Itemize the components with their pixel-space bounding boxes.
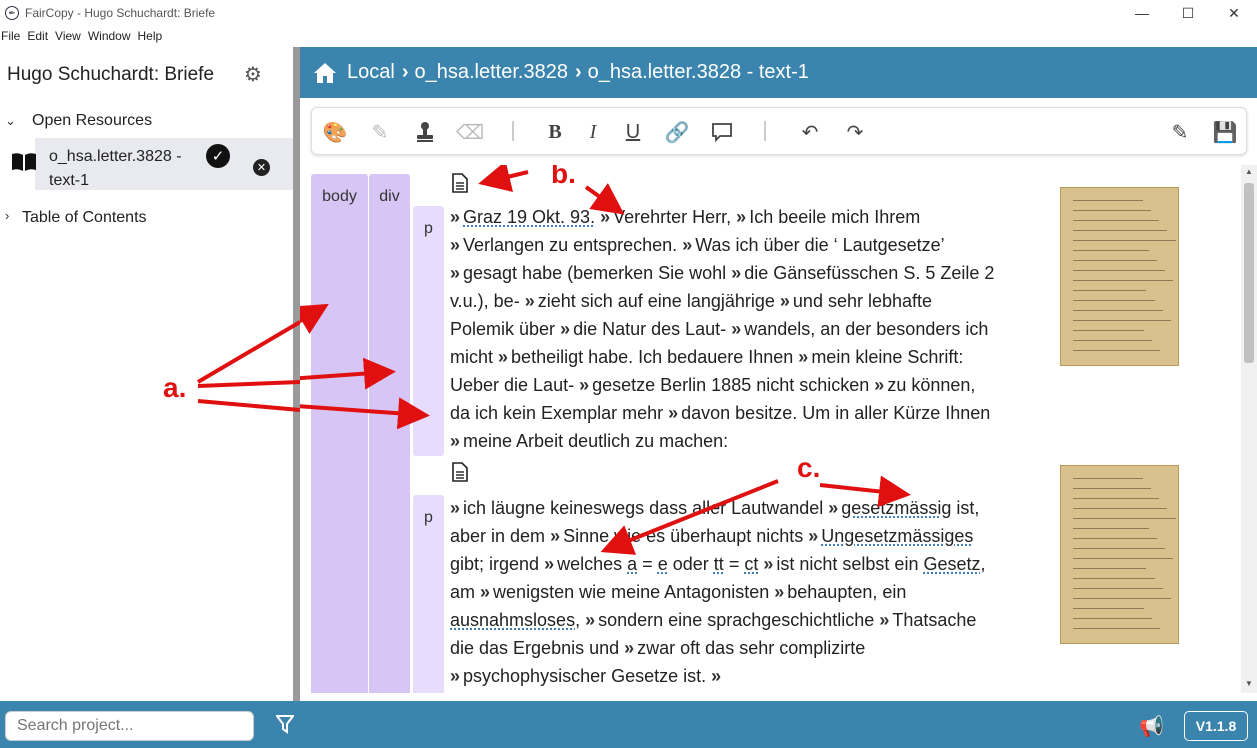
chevron-down-icon[interactable]: ⌄ [5,113,16,129]
breadcrumb-local[interactable]: Local [347,61,395,84]
maximize-button[interactable]: ☐ [1165,0,1211,26]
table-of-contents-header[interactable]: Table of Contents [22,209,147,227]
stamp-icon[interactable] [412,119,438,145]
toolbar-divider [512,121,514,141]
bottom-bar: 📢 V1.1.8 [0,701,1257,748]
comment-icon[interactable] [709,119,735,145]
menu-help[interactable]: Help [138,27,169,47]
menu-edit[interactable]: Edit [27,27,54,47]
annotation-a: a. [163,372,187,403]
annotation-arrows-left [196,320,300,412]
annotation-c: c. [797,452,821,483]
menu-window[interactable]: Window [88,27,137,47]
redo-icon[interactable]: ↷ [842,119,868,145]
scroll-down-icon[interactable]: ▼ [1245,679,1253,688]
annotation-arrows [300,165,911,555]
open-resources-header[interactable]: Open Resources [32,112,152,130]
save-icon[interactable]: 💾 [1212,119,1238,145]
eraser-icon[interactable]: ⌫ [456,119,484,145]
bold-icon[interactable]: B [542,119,568,145]
annotation-b: b. [551,165,576,189]
resource-label[interactable]: o_hsa.letter.3828 - text-1 [49,145,199,193]
check-circle-icon: ✓ [206,144,230,168]
menu-view[interactable]: View [55,27,87,47]
gear-icon[interactable]: ⚙ [244,62,262,87]
editor-area[interactable]: body div p p » Graz 19 Okt. 93. » Verehrte… [300,165,1241,693]
faircopy-app-icon: ✒ [5,6,19,20]
close-window-button[interactable]: ✕ [1211,0,1257,26]
window-title: FairCopy - Hugo Schuchardt: Briefe [25,6,216,20]
search-input[interactable] [5,711,254,741]
home-icon[interactable] [313,62,337,84]
book-icon [11,152,37,178]
chevron-right-icon[interactable]: › [5,208,9,223]
resource-item[interactable]: o_hsa.letter.3828 - text-1 ✓ ✕ [35,138,293,190]
chevron-right-icon: › [574,61,582,83]
editor-scrollbar[interactable]: ▲ ▼ [1241,165,1257,693]
palette-icon[interactable]: 🎨 [322,119,348,145]
undo-icon[interactable]: ↶ [797,119,823,145]
version-badge[interactable]: V1.1.8 [1184,711,1248,741]
scroll-thumb[interactable] [1244,183,1254,363]
italic-icon[interactable]: I [580,119,606,145]
close-resource-icon[interactable]: ✕ [253,159,270,176]
edit-properties-icon[interactable]: ✎ [1167,119,1193,145]
minimize-button[interactable]: — [1119,0,1165,26]
toolbar-divider [764,121,766,141]
breadcrumb-resource[interactable]: o_hsa.letter.3828 [414,61,567,84]
breadcrumb-text[interactable]: o_hsa.letter.3828 - text-1 [588,61,809,84]
breadcrumb: Local › o_hsa.letter.3828 › o_hsa.letter… [300,47,1257,98]
underline-icon[interactable]: U [620,119,646,145]
editor-toolbar: 🎨 ✎ ⌫ B I U 🔗 ↶ ↷ ✎ 💾 [311,107,1247,155]
scroll-up-icon[interactable]: ▲ [1245,167,1253,176]
megaphone-icon[interactable]: 📢 [1139,714,1164,739]
project-title: Hugo Schuchardt: Briefe [7,64,215,85]
marker-icon[interactable]: ✎ [367,119,393,145]
link-icon[interactable]: 🔗 [664,119,690,145]
chevron-right-icon: › [401,61,409,83]
menu-file[interactable]: File [1,27,26,47]
menu-bar: File Edit View Window Help [0,27,168,47]
filter-icon[interactable] [275,714,295,740]
title-bar: ✒ FairCopy - Hugo Schuchardt: Briefe — ☐… [0,0,1257,26]
